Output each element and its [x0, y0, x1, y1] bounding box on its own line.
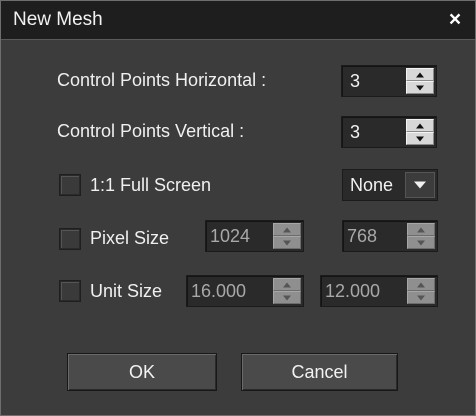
spin-down-icon[interactable] — [407, 291, 435, 304]
spin-down-icon[interactable] — [273, 291, 301, 304]
new-mesh-dialog: New Mesh × Control Points Horizontal : 3… — [0, 0, 476, 416]
control-points-vertical-value[interactable]: 3 — [350, 122, 360, 143]
chevron-down-icon[interactable] — [405, 172, 435, 198]
control-points-horizontal-label: Control Points Horizontal : — [57, 70, 267, 90]
spin-up-icon[interactable] — [407, 278, 435, 291]
unit-size-width-value[interactable]: 16.000 — [191, 281, 246, 302]
spinner-buttons — [273, 278, 301, 304]
control-points-horizontal-value[interactable]: 3 — [350, 71, 360, 92]
spin-down-icon[interactable] — [273, 236, 301, 249]
title-bar: New Mesh × — [1, 1, 475, 40]
spinner-buttons — [407, 278, 435, 304]
cancel-button[interactable]: Cancel — [241, 353, 398, 391]
spinner-buttons — [406, 119, 434, 145]
spin-up-icon[interactable] — [406, 119, 434, 132]
spin-up-icon[interactable] — [273, 223, 301, 236]
spin-up-icon[interactable] — [407, 223, 435, 236]
spin-down-icon[interactable] — [406, 132, 434, 145]
spinner-buttons — [406, 68, 434, 94]
unit-size-checkbox[interactable] — [60, 281, 80, 301]
pixel-size-height-value[interactable]: 768 — [347, 226, 377, 247]
spin-up-icon[interactable] — [406, 68, 434, 81]
spinner-buttons — [273, 223, 301, 249]
unit-size-width-spinner[interactable]: 16.000 — [186, 275, 304, 307]
full-screen-label: 1:1 Full Screen — [90, 175, 212, 195]
spin-down-icon[interactable] — [407, 236, 435, 249]
control-points-vertical-label: Control Points Vertical : — [57, 121, 245, 141]
pixel-size-height-spinner[interactable]: 768 — [342, 220, 438, 252]
control-points-vertical-spinner[interactable]: 3 — [341, 116, 437, 148]
window-title: New Mesh — [13, 9, 103, 30]
unit-size-label: Unit Size — [90, 281, 163, 301]
spinner-buttons — [407, 223, 435, 249]
pixel-size-width-value[interactable]: 1024 — [210, 226, 250, 247]
spin-down-icon[interactable] — [406, 81, 434, 94]
control-points-horizontal-spinner[interactable]: 3 — [341, 65, 437, 97]
close-icon[interactable]: × — [445, 9, 465, 31]
full-screen-select[interactable]: None — [342, 169, 438, 201]
full-screen-checkbox[interactable] — [60, 175, 80, 195]
pixel-size-checkbox[interactable] — [60, 229, 80, 249]
full-screen-select-value: None — [350, 175, 394, 195]
pixel-size-width-spinner[interactable]: 1024 — [205, 220, 304, 252]
unit-size-height-value[interactable]: 12.000 — [325, 281, 380, 302]
ok-button[interactable]: OK — [67, 353, 217, 391]
unit-size-height-spinner[interactable]: 12.000 — [320, 275, 438, 307]
spin-up-icon[interactable] — [273, 278, 301, 291]
pixel-size-label: Pixel Size — [90, 228, 170, 248]
